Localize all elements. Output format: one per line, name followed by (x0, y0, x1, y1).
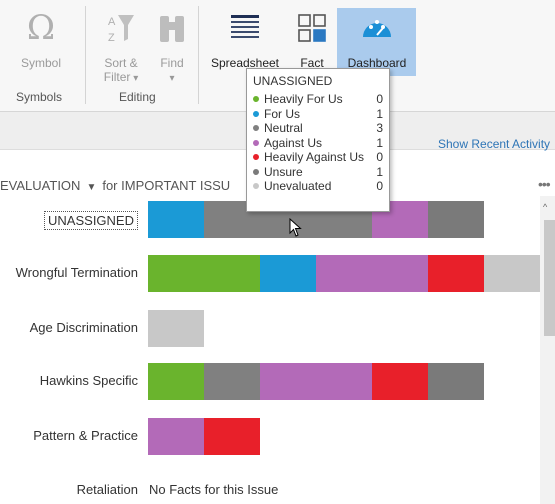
group-label-symbols: Symbols (16, 90, 63, 104)
tooltip-row: Neutral 3 (253, 121, 383, 136)
bar-segment-heavily-against[interactable] (428, 255, 484, 292)
tooltip-row-count: 0 (376, 92, 383, 107)
no-facts-text: No Facts for this Issue (149, 482, 279, 497)
issue-label[interactable]: Retaliation (77, 482, 138, 497)
svg-text:Z: Z (108, 32, 115, 44)
bar-segment-heavily-for[interactable] (148, 255, 260, 292)
legend-dot-icon (253, 183, 259, 190)
binoculars-icon (152, 8, 192, 48)
tooltip-row-label: Neutral (264, 121, 303, 136)
evaluation-header[interactable]: EVALUATION ▼ for IMPORTANT ISSU (0, 178, 230, 193)
scrollbar-thumb[interactable] (544, 220, 555, 336)
evaluation-bar[interactable] (148, 418, 260, 455)
tooltip-row-count: 1 (376, 106, 383, 121)
more-options-icon[interactable]: ••• (538, 176, 551, 192)
evaluation-bar[interactable] (148, 255, 540, 292)
evaluation-bar[interactable] (148, 310, 204, 347)
show-recent-activity-link[interactable]: Show Recent Activity (438, 137, 550, 151)
bar-segment-against[interactable] (148, 418, 204, 455)
unassigned-tooltip: UNASSIGNED Heavily For Us 0 For Us 1 Neutral… (246, 68, 390, 212)
evaluation-bar[interactable] (148, 363, 484, 400)
issue-label[interactable]: UNASSIGNED (44, 211, 138, 230)
fact-grid-icon (292, 8, 332, 48)
bar-segment-against[interactable] (316, 255, 428, 292)
tooltip-row-count: 3 (376, 121, 383, 136)
bar-segment-heavily-for[interactable] (148, 363, 204, 400)
tooltip-row: Unevaluated 0 (253, 179, 383, 194)
tooltip-title: UNASSIGNED (253, 74, 333, 88)
legend-dot-icon (253, 96, 259, 103)
chevron-down-icon: ▾ (169, 73, 175, 84)
bar-segment-unsure[interactable] (428, 201, 484, 238)
tooltip-row: Unsure 1 (253, 165, 383, 180)
svg-text:A: A (108, 16, 116, 28)
sort-filter-icon: A Z (101, 8, 141, 48)
omega-icon: Ω (26, 8, 56, 48)
tooltip-row-label: For Us (264, 106, 300, 121)
filter-label: Filter (103, 70, 131, 84)
tooltip-row-count: 1 (376, 164, 383, 179)
bar-segment-against[interactable] (260, 363, 372, 400)
tooltip-row-count: 0 (376, 150, 383, 165)
find-button[interactable]: Find ▾ (150, 8, 194, 96)
issue-label[interactable]: Hawkins Specific (40, 373, 138, 388)
issue-label[interactable]: Wrongful Termination (16, 265, 138, 280)
tooltip-row-count: 1 (376, 135, 383, 150)
sort-filter-button[interactable]: A Z Sort & Filter ▾ (96, 8, 146, 96)
dashboard-gauge-icon (357, 8, 397, 48)
tooltip-row-count: 0 (376, 179, 383, 194)
bar-segment-neutral[interactable] (204, 363, 260, 400)
spreadsheet-icon (225, 8, 265, 48)
symbol-label: Symbol (20, 56, 61, 70)
bar-segment-for[interactable] (148, 201, 204, 238)
evaluation-scope: for IMPORTANT ISSU (102, 178, 231, 193)
find-label: Find (160, 56, 184, 70)
bar-segment-unevaluated[interactable] (484, 255, 540, 292)
tooltip-row: Heavily Against Us 0 (253, 150, 383, 165)
scroll-up-icon[interactable]: ^ (543, 202, 547, 212)
tooltip-row-label: Unevaluated (264, 179, 332, 194)
tooltip-row-label: Heavily Against Us (264, 150, 365, 165)
tooltip-row-label: Heavily For Us (264, 92, 343, 107)
legend-dot-icon (253, 168, 259, 175)
chevron-down-icon: ▾ (130, 73, 139, 84)
sort-label: Sort & (104, 56, 138, 70)
bar-segment-unsure[interactable] (428, 363, 484, 400)
bar-segment-heavily-against[interactable] (204, 418, 260, 455)
legend-dot-icon (253, 110, 259, 117)
tooltip-row: Against Us 1 (253, 136, 383, 151)
bar-segment-unevaluated[interactable] (148, 310, 204, 347)
tooltip-row: Heavily For Us 0 (253, 92, 383, 107)
mouse-cursor-icon (289, 218, 302, 237)
caret-down-icon: ▼ (86, 182, 97, 193)
bar-segment-for[interactable] (260, 255, 316, 292)
evaluation-title: EVALUATION (0, 178, 81, 193)
group-label-editing: Editing (119, 90, 156, 104)
legend-dot-icon (253, 154, 259, 161)
issue-label[interactable]: Age Discrimination (30, 320, 138, 335)
legend-dot-icon (253, 125, 259, 132)
tooltip-row-label: Unsure (264, 164, 303, 179)
tooltip-row: For Us 1 (253, 107, 383, 122)
group-separator (198, 6, 199, 104)
legend-dot-icon (253, 139, 259, 146)
symbol-button[interactable]: Ω Symbol (14, 8, 68, 96)
bar-segment-heavily-against[interactable] (372, 363, 428, 400)
group-separator (85, 6, 86, 104)
tooltip-row-label: Against Us (264, 135, 323, 150)
issue-label[interactable]: Pattern & Practice (33, 428, 138, 443)
